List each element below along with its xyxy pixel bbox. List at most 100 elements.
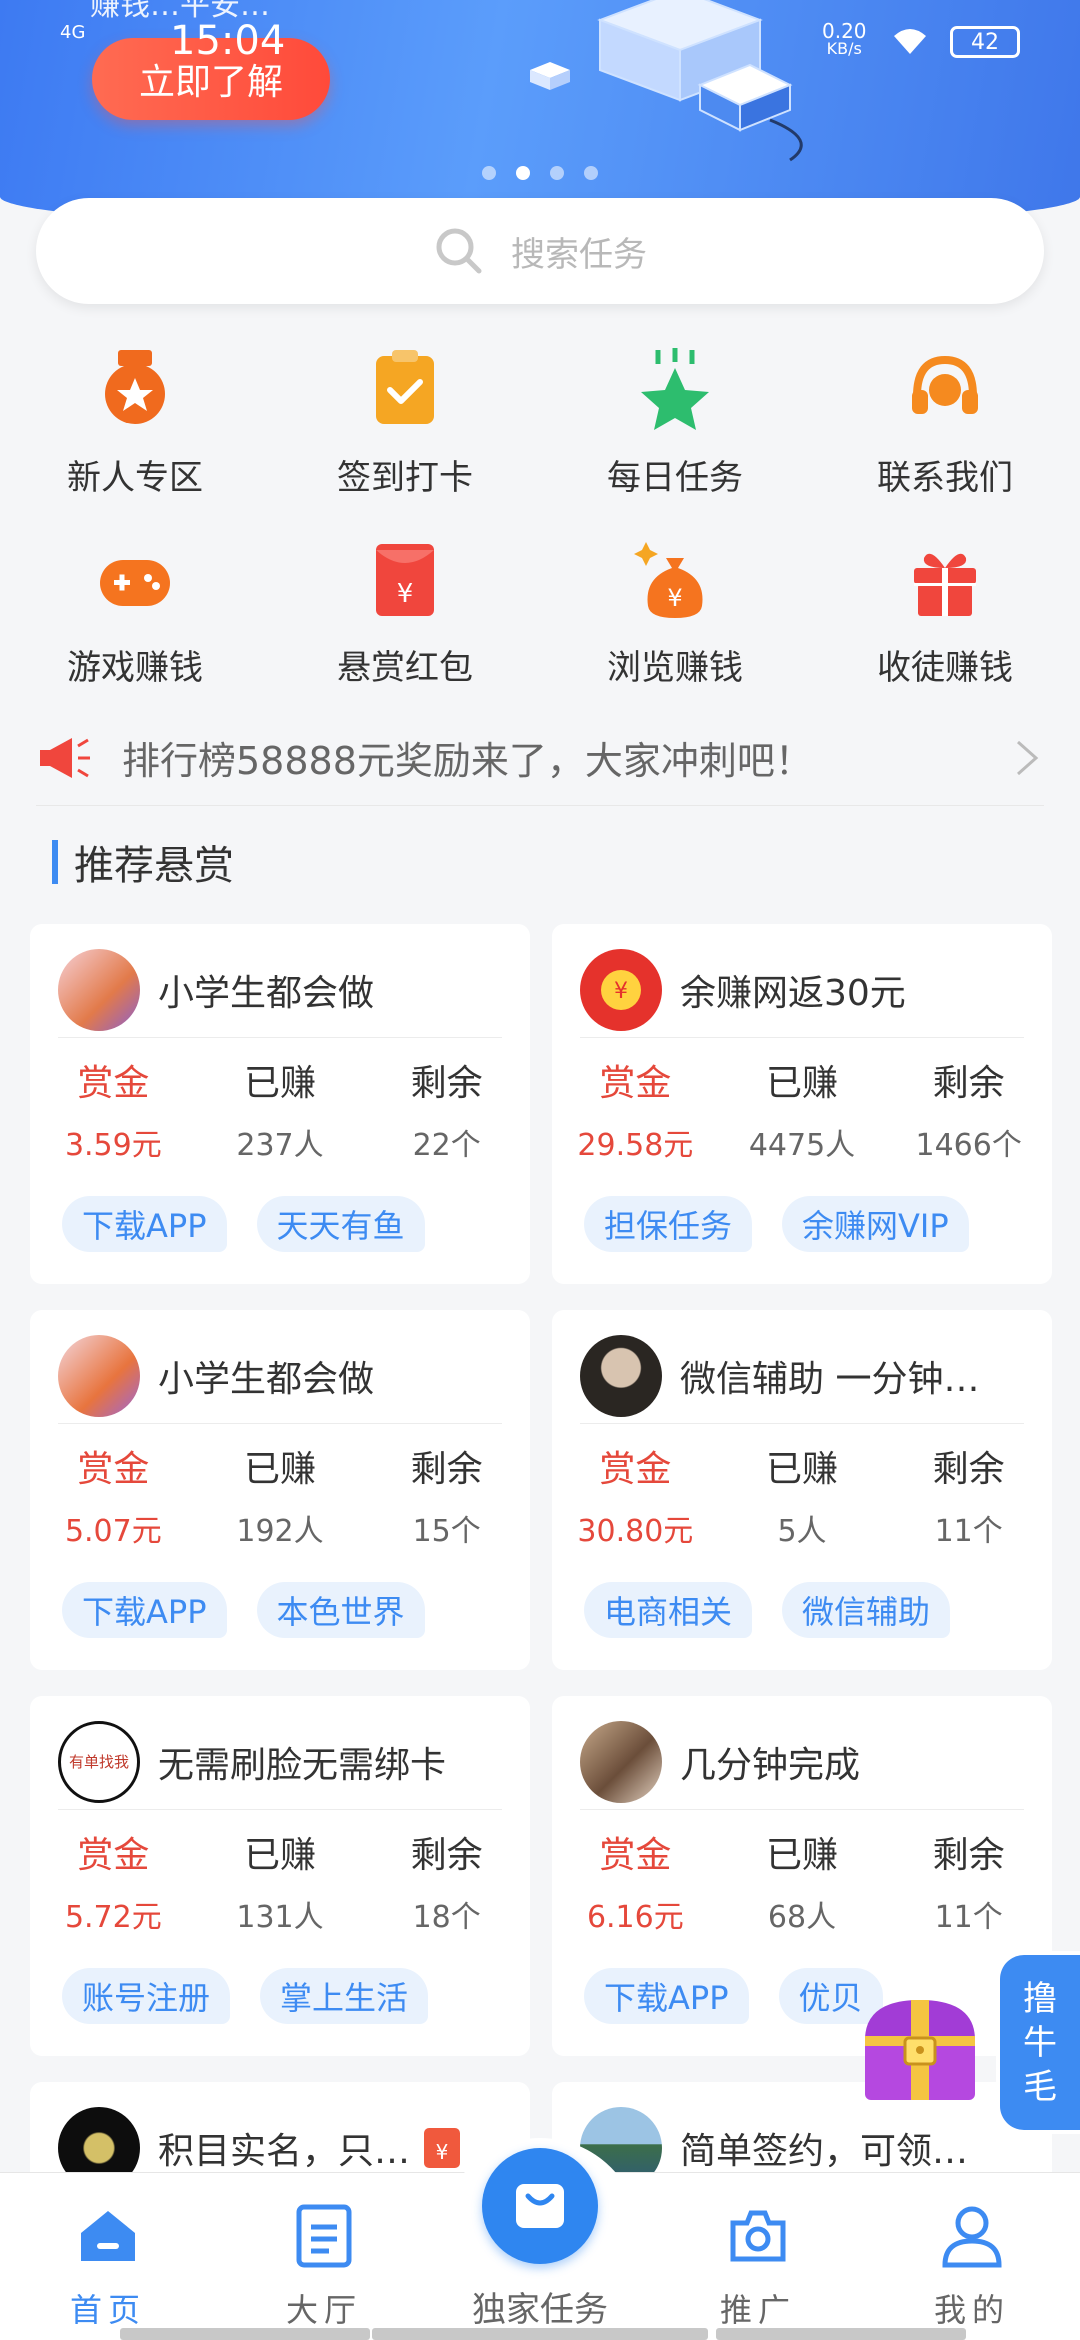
network-speed: 0.20 KB/s [822, 19, 867, 58]
card-title: 余赚网返30元 [680, 972, 906, 1014]
tag[interactable]: 账号注册 [62, 1968, 231, 2024]
card-stats: 赏金 5.72元 已赚 131人 剩余 18个 [30, 1826, 530, 1936]
card-header: 小学生都会做 [58, 942, 502, 1038]
remaining-value: 11个 [934, 1900, 1003, 1935]
tab-promote[interactable]: 推广 [668, 2203, 848, 2331]
remaining-label: 剩余 [932, 1063, 1005, 1104]
tag[interactable]: 下载APP [62, 1196, 227, 1252]
section-title: 推荐悬赏 [74, 843, 234, 889]
reward-value: 5.72元 [64, 1900, 162, 1935]
tab-hall[interactable]: 大厅 [234, 2203, 414, 2331]
card-header: 小学生都会做 [58, 1328, 502, 1424]
remaining-value: 18个 [412, 1900, 481, 1935]
tag[interactable]: 天天有鱼 [256, 1196, 425, 1252]
announcement-bar[interactable]: 排行榜58888元奖励来了，大家冲刺吧！ [36, 710, 1044, 806]
card-header: 微信辅助 一分钟… [580, 1328, 1024, 1424]
svg-text:¥: ¥ [397, 579, 414, 609]
reward-label: 赏金 [77, 1449, 150, 1490]
side-promo-char: 牛 [1023, 2022, 1057, 2063]
red-envelope-avatar: ¥ [580, 948, 662, 1031]
carousel-dot-active[interactable] [516, 166, 530, 180]
grid-item-checkin[interactable]: 签到打卡 [270, 346, 540, 499]
task-card[interactable]: 微信辅助 一分钟… 赏金 30.80元 已赚 5人 剩余 11个 电商相关 微信辅助 [552, 1310, 1052, 1670]
remaining-value: 11个 [934, 1514, 1003, 1549]
earned-label: 已赚 [244, 1449, 317, 1490]
grid-label: 新人专区 [67, 458, 203, 498]
chevron-right-icon [1017, 740, 1039, 775]
card-header: ¥ 余赚网返30元 [580, 942, 1024, 1038]
money-bag-icon: ¥ [634, 542, 703, 618]
reward-value: 6.16元 [586, 1900, 684, 1935]
shopping-bag-icon [516, 2184, 564, 2228]
grid-label: 收徒赚钱 [877, 648, 1013, 688]
clock: 15:04 [170, 18, 286, 64]
earned-value: 4475人 [748, 1128, 856, 1163]
remaining-value: 1466个 [915, 1128, 1022, 1163]
tag[interactable]: 本色世界 [256, 1582, 425, 1638]
reward-value: 5.07元 [64, 1514, 162, 1549]
megaphone-icon [40, 737, 90, 778]
remaining-label: 剩余 [410, 1449, 483, 1490]
carousel-dot[interactable] [482, 166, 496, 180]
avatar-text: 有单找我 [68, 1753, 129, 1771]
tab-label: 首页 [69, 2291, 146, 2329]
tag[interactable]: 下载APP [62, 1582, 227, 1638]
avatar [58, 1334, 140, 1417]
task-card[interactable]: ¥ 余赚网返30元 赏金 29.58元 已赚 4475人 剩余 1466个 担保任务 … [552, 924, 1052, 1284]
card-stats: 赏金 5.07元 已赚 192人 剩余 15个 [30, 1440, 530, 1550]
svg-text:¥: ¥ [667, 584, 682, 612]
card-title: 简单签约，可领… [680, 2131, 969, 2172]
task-card[interactable]: 有单找我 无需刷脸无需绑卡 赏金 5.72元 已赚 131人 剩余 18个 账号注册 … [30, 1696, 530, 2056]
reward-label: 赏金 [77, 1835, 150, 1876]
gamepad-icon [100, 560, 170, 606]
grid-item-daily-task[interactable]: 每日任务 [540, 346, 810, 499]
remaining-value: 22个 [412, 1128, 481, 1163]
tag[interactable]: 余赚网VIP [782, 1196, 969, 1252]
tag[interactable]: 担保任务 [584, 1196, 753, 1252]
tag[interactable]: 下载APP [584, 1968, 749, 2024]
card-title: 几分钟完成 [680, 1744, 861, 1786]
grid-item-bounty-redpacket[interactable]: ¥ 悬赏红包 [270, 536, 540, 689]
side-promo-button[interactable]: 撸 牛 毛 [1000, 1955, 1080, 2130]
battery-indicator: 42 [950, 26, 1020, 58]
grid-item-recruit-earn[interactable]: 收徒赚钱 [810, 536, 1080, 689]
medal-icon [105, 350, 165, 424]
tag[interactable]: 微信辅助 [782, 1582, 951, 1638]
task-card[interactable]: 小学生都会做 赏金 5.07元 已赚 192人 剩余 15个 下载APP 本色世界 [30, 1310, 530, 1670]
tag[interactable]: 电商相关 [584, 1582, 753, 1638]
carousel-dot[interactable] [584, 166, 598, 180]
reward-value: 30.80元 [577, 1514, 694, 1549]
card-tags: 下载APP 天天有鱼 [62, 1196, 425, 1252]
speed-unit: KB/s [826, 39, 862, 58]
reward-label: 赏金 [599, 1835, 672, 1876]
tab-home[interactable]: 首页 [18, 2203, 198, 2331]
avatar [580, 1720, 662, 1803]
text-avatar: 有单找我 [58, 1720, 140, 1803]
speed-value: 0.20 [822, 19, 867, 43]
grid-item-game-earn[interactable]: 游戏赚钱 [0, 536, 270, 689]
tab-mine[interactable]: 我的 [882, 2203, 1062, 2331]
remaining-label: 剩余 [932, 1835, 1005, 1876]
card-stats: 赏金 29.58元 已赚 4475人 剩余 1466个 [552, 1054, 1052, 1164]
grid-item-browse-earn[interactable]: ¥ 浏览赚钱 [540, 536, 810, 689]
remaining-label: 剩余 [410, 1835, 483, 1876]
grid-item-newcomer[interactable]: 新人专区 [0, 346, 270, 499]
card-tags: 下载APP 本色世界 [62, 1582, 425, 1638]
task-card[interactable]: 小学生都会做 赏金 3.59元 已赚 237人 剩余 22个 下载APP 天天有鱼 [30, 924, 530, 1284]
earned-value: 5人 [777, 1514, 827, 1549]
remaining-label: 剩余 [932, 1449, 1005, 1490]
red-envelope-icon: ¥ [424, 2128, 461, 2168]
tab-label: 我的 [933, 2291, 1010, 2329]
grid-item-contact[interactable]: 联系我们 [810, 346, 1080, 499]
search-placeholder: 搜索任务 [511, 234, 647, 275]
treasure-chest-icon[interactable] [855, 1990, 985, 2110]
card-tags: 账号注册 掌上生活 [62, 1968, 429, 2024]
earned-value: 237人 [236, 1128, 324, 1163]
carousel-dot[interactable] [550, 166, 564, 180]
card-header: 有单找我 无需刷脸无需绑卡 [58, 1714, 502, 1810]
grid-label: 签到打卡 [337, 458, 473, 498]
search-bar[interactable]: 搜索任务 [36, 198, 1044, 304]
grid-label: 每日任务 [607, 458, 743, 498]
tag[interactable]: 掌上生活 [260, 1968, 429, 2024]
tab-exclusive-task[interactable] [482, 2148, 598, 2264]
